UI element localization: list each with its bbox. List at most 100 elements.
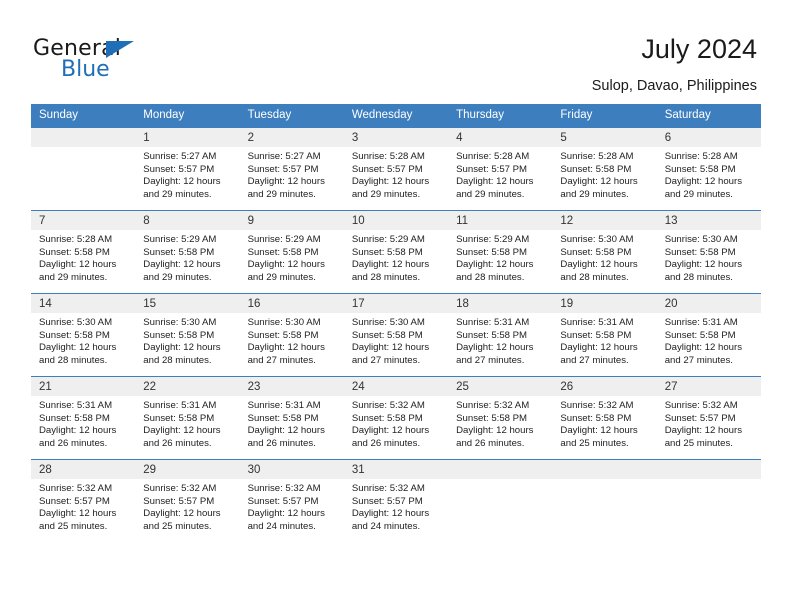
day-detail-line: Sunrise: 5:28 AM	[351, 151, 425, 162]
calendar-day-cell[interactable]: 8 Sunrise: 5:29 AM Sunset: 5:58 PM Daylight…	[135, 210, 240, 294]
calendar-day-cell[interactable]: 18 Sunrise: 5:31 AM Sunset: 5:58 PM Dayligh…	[448, 293, 553, 377]
calendar-day-cell[interactable]: 4 Sunrise: 5:28 AM Sunset: 5:57 PM Daylight…	[448, 127, 553, 211]
day-detail-line: and 29 minutes.	[247, 188, 316, 200]
day-detail-line: Sunrise: 5:28 AM	[456, 151, 530, 162]
day-details: Sunrise: 5:28 AM Sunset: 5:58 PM Daylight:…	[31, 230, 135, 284]
day-detail-line: Daylight: 12 hours	[39, 425, 117, 437]
calendar-day-cell[interactable]: 6 Sunrise: 5:28 AM Sunset: 5:58 PM Daylight…	[656, 127, 761, 211]
day-details: Sunrise: 5:27 AM Sunset: 5:57 PM Daylight:…	[240, 147, 344, 201]
day-details: Sunrise: 5:30 AM Sunset: 5:58 PM Daylight:…	[657, 230, 761, 284]
day-cell-inner: 31 Sunrise: 5:32 AM Sunset: 5:57 PM Dayligh…	[343, 460, 449, 542]
calendar-day-cell[interactable]: 7 Sunrise: 5:28 AM Sunset: 5:58 PM Daylight…	[31, 210, 136, 294]
calendar-day-cell[interactable]: 30 Sunrise: 5:32 AM Sunset: 5:57 PM Dayligh…	[239, 459, 344, 542]
calendar-day-cell[interactable]: 20 Sunrise: 5:31 AM Sunset: 5:58 PM Dayligh…	[656, 293, 761, 377]
day-detail-line: Sunrise: 5:29 AM	[351, 234, 425, 245]
calendar-day-cell[interactable]: 3 Sunrise: 5:28 AM Sunset: 5:57 PM Daylight…	[343, 127, 449, 211]
calendar-day-cell[interactable]: 12 Sunrise: 5:30 AM Sunset: 5:58 PM Dayligh…	[552, 210, 657, 294]
day-details: Sunrise: 5:32 AM Sunset: 5:57 PM Daylight:…	[31, 479, 135, 533]
day-details: Sunrise: 5:27 AM Sunset: 5:57 PM Daylight:…	[135, 147, 239, 201]
day-detail-line: Sunrise: 5:32 AM	[456, 400, 530, 411]
day-cell-inner: 14 Sunrise: 5:30 AM Sunset: 5:58 PM Dayligh…	[31, 294, 136, 376]
day-detail-line: Sunset: 5:58 PM	[664, 163, 736, 175]
day-details: Sunrise: 5:31 AM Sunset: 5:58 PM Daylight:…	[552, 313, 656, 367]
day-detail-line: Sunset: 5:58 PM	[247, 329, 319, 341]
day-details: Sunrise: 5:32 AM Sunset: 5:57 PM Daylight:…	[344, 479, 448, 533]
calendar-day-cell[interactable]: 27 Sunrise: 5:32 AM Sunset: 5:57 PM Dayligh…	[656, 376, 761, 460]
day-cell-inner: 5 Sunrise: 5:28 AM Sunset: 5:58 PM Daylight…	[552, 128, 657, 210]
calendar-day-cell[interactable]: 31 Sunrise: 5:32 AM Sunset: 5:57 PM Dayligh…	[343, 459, 449, 542]
day-detail-line: Daylight: 12 hours	[143, 508, 221, 520]
day-cell-inner: 21 Sunrise: 5:31 AM Sunset: 5:58 PM Dayligh…	[31, 377, 136, 459]
day-detail-line: Sunset: 5:58 PM	[39, 329, 110, 341]
calendar-day-cell[interactable]: 26 Sunrise: 5:32 AM Sunset: 5:58 PM Dayligh…	[552, 376, 657, 460]
day-details	[448, 479, 552, 483]
calendar-day-cell[interactable]: 11 Sunrise: 5:29 AM Sunset: 5:58 PM Dayligh…	[448, 210, 553, 294]
calendar-day-cell[interactable]: 24 Sunrise: 5:32 AM Sunset: 5:58 PM Dayligh…	[343, 376, 449, 460]
day-details: Sunrise: 5:32 AM Sunset: 5:58 PM Daylight:…	[448, 396, 552, 450]
day-detail-line: and 29 minutes.	[560, 188, 629, 200]
day-number	[552, 460, 657, 479]
calendar-day-cell[interactable]: 17 Sunrise: 5:30 AM Sunset: 5:58 PM Dayligh…	[343, 293, 449, 377]
day-details: Sunrise: 5:30 AM Sunset: 5:58 PM Daylight:…	[552, 230, 656, 284]
calendar-day-cell[interactable]: 14 Sunrise: 5:30 AM Sunset: 5:58 PM Dayligh…	[31, 293, 136, 377]
calendar-day-cell[interactable]: 25 Sunrise: 5:32 AM Sunset: 5:58 PM Dayligh…	[448, 376, 553, 460]
day-number	[448, 460, 553, 479]
day-detail-line: and 26 minutes.	[456, 437, 525, 449]
day-cell-inner: 8 Sunrise: 5:29 AM Sunset: 5:58 PM Daylight…	[135, 211, 240, 293]
calendar-day-cell[interactable]: 22 Sunrise: 5:31 AM Sunset: 5:58 PM Dayligh…	[135, 376, 240, 460]
day-number: 8	[135, 211, 240, 230]
calendar-day-cell[interactable]: 29 Sunrise: 5:32 AM Sunset: 5:57 PM Dayligh…	[135, 459, 240, 542]
day-detail-line: and 27 minutes.	[351, 354, 421, 366]
weekday-header-tuesday: Tuesday	[239, 104, 344, 128]
calendar-day-cell[interactable]: 28 Sunrise: 5:32 AM Sunset: 5:57 PM Dayligh…	[31, 459, 136, 542]
day-detail-line: Sunset: 5:58 PM	[351, 412, 423, 424]
day-detail-line: Daylight: 12 hours	[39, 508, 117, 520]
calendar-day-cell[interactable]: 1 Sunrise: 5:27 AM Sunset: 5:57 PM Daylight…	[135, 127, 240, 211]
day-detail-line: Daylight: 12 hours	[456, 425, 534, 437]
day-details: Sunrise: 5:30 AM Sunset: 5:58 PM Daylight:…	[240, 313, 344, 367]
day-cell-inner: 6 Sunrise: 5:28 AM Sunset: 5:58 PM Daylight…	[656, 128, 761, 210]
calendar-day-cell[interactable]: 10 Sunrise: 5:29 AM Sunset: 5:58 PM Dayligh…	[343, 210, 449, 294]
day-detail-line: Sunset: 5:58 PM	[351, 329, 423, 341]
day-detail-line: Daylight: 12 hours	[560, 176, 638, 188]
calendar-day-cell[interactable]: 5 Sunrise: 5:28 AM Sunset: 5:58 PM Daylight…	[552, 127, 657, 211]
day-detail-line: Sunset: 5:58 PM	[456, 329, 528, 341]
day-detail-line: and 26 minutes.	[351, 437, 421, 449]
calendar-cell-empty	[448, 459, 553, 542]
general-blue-logo[interactable]: General Blue	[33, 36, 273, 92]
day-detail-line: Sunset: 5:58 PM	[143, 329, 215, 341]
day-number: 6	[656, 128, 761, 147]
calendar-week-row: 21 Sunrise: 5:31 AM Sunset: 5:58 PM Dayligh…	[31, 376, 761, 460]
calendar-day-cell[interactable]: 19 Sunrise: 5:31 AM Sunset: 5:58 PM Dayligh…	[552, 293, 657, 377]
day-details: Sunrise: 5:28 AM Sunset: 5:57 PM Daylight:…	[448, 147, 552, 201]
day-detail-line: and 25 minutes.	[143, 520, 212, 532]
day-detail-line: Sunset: 5:57 PM	[39, 495, 110, 507]
calendar-day-cell[interactable]: 23 Sunrise: 5:31 AM Sunset: 5:58 PM Dayligh…	[239, 376, 344, 460]
day-number: 10	[343, 211, 449, 230]
day-detail-line: Sunrise: 5:30 AM	[664, 234, 738, 245]
day-number: 17	[343, 294, 449, 313]
day-cell-inner: 4 Sunrise: 5:28 AM Sunset: 5:57 PM Daylight…	[448, 128, 553, 210]
day-detail-line: and 28 minutes.	[351, 271, 421, 283]
day-details: Sunrise: 5:28 AM Sunset: 5:58 PM Daylight:…	[657, 147, 761, 201]
day-detail-line: Daylight: 12 hours	[143, 259, 221, 271]
day-detail-line: and 24 minutes.	[247, 520, 316, 532]
day-detail-line: Sunset: 5:57 PM	[143, 163, 215, 175]
calendar-day-cell[interactable]: 15 Sunrise: 5:30 AM Sunset: 5:58 PM Dayligh…	[135, 293, 240, 377]
day-cell-inner: 25 Sunrise: 5:32 AM Sunset: 5:58 PM Dayligh…	[448, 377, 553, 459]
calendar-day-cell[interactable]: 2 Sunrise: 5:27 AM Sunset: 5:57 PM Daylight…	[239, 127, 344, 211]
day-detail-line: Daylight: 12 hours	[664, 342, 743, 354]
calendar-day-cell[interactable]: 16 Sunrise: 5:30 AM Sunset: 5:58 PM Dayligh…	[239, 293, 344, 377]
day-cell-inner: 10 Sunrise: 5:29 AM Sunset: 5:58 PM Dayligh…	[343, 211, 449, 293]
day-detail-line: Daylight: 12 hours	[664, 259, 743, 271]
calendar-day-cell[interactable]: 13 Sunrise: 5:30 AM Sunset: 5:58 PM Dayligh…	[656, 210, 761, 294]
day-number: 4	[448, 128, 553, 147]
day-number: 3	[343, 128, 449, 147]
day-cell-inner: 22 Sunrise: 5:31 AM Sunset: 5:58 PM Dayligh…	[135, 377, 240, 459]
day-number: 1	[135, 128, 240, 147]
day-detail-line: Sunrise: 5:30 AM	[143, 317, 217, 328]
calendar-day-cell[interactable]: 21 Sunrise: 5:31 AM Sunset: 5:58 PM Dayligh…	[31, 376, 136, 460]
calendar-day-cell[interactable]: 9 Sunrise: 5:29 AM Sunset: 5:58 PM Daylight…	[239, 210, 344, 294]
day-detail-line: Sunset: 5:58 PM	[560, 246, 632, 258]
day-detail-line: Daylight: 12 hours	[560, 259, 638, 271]
